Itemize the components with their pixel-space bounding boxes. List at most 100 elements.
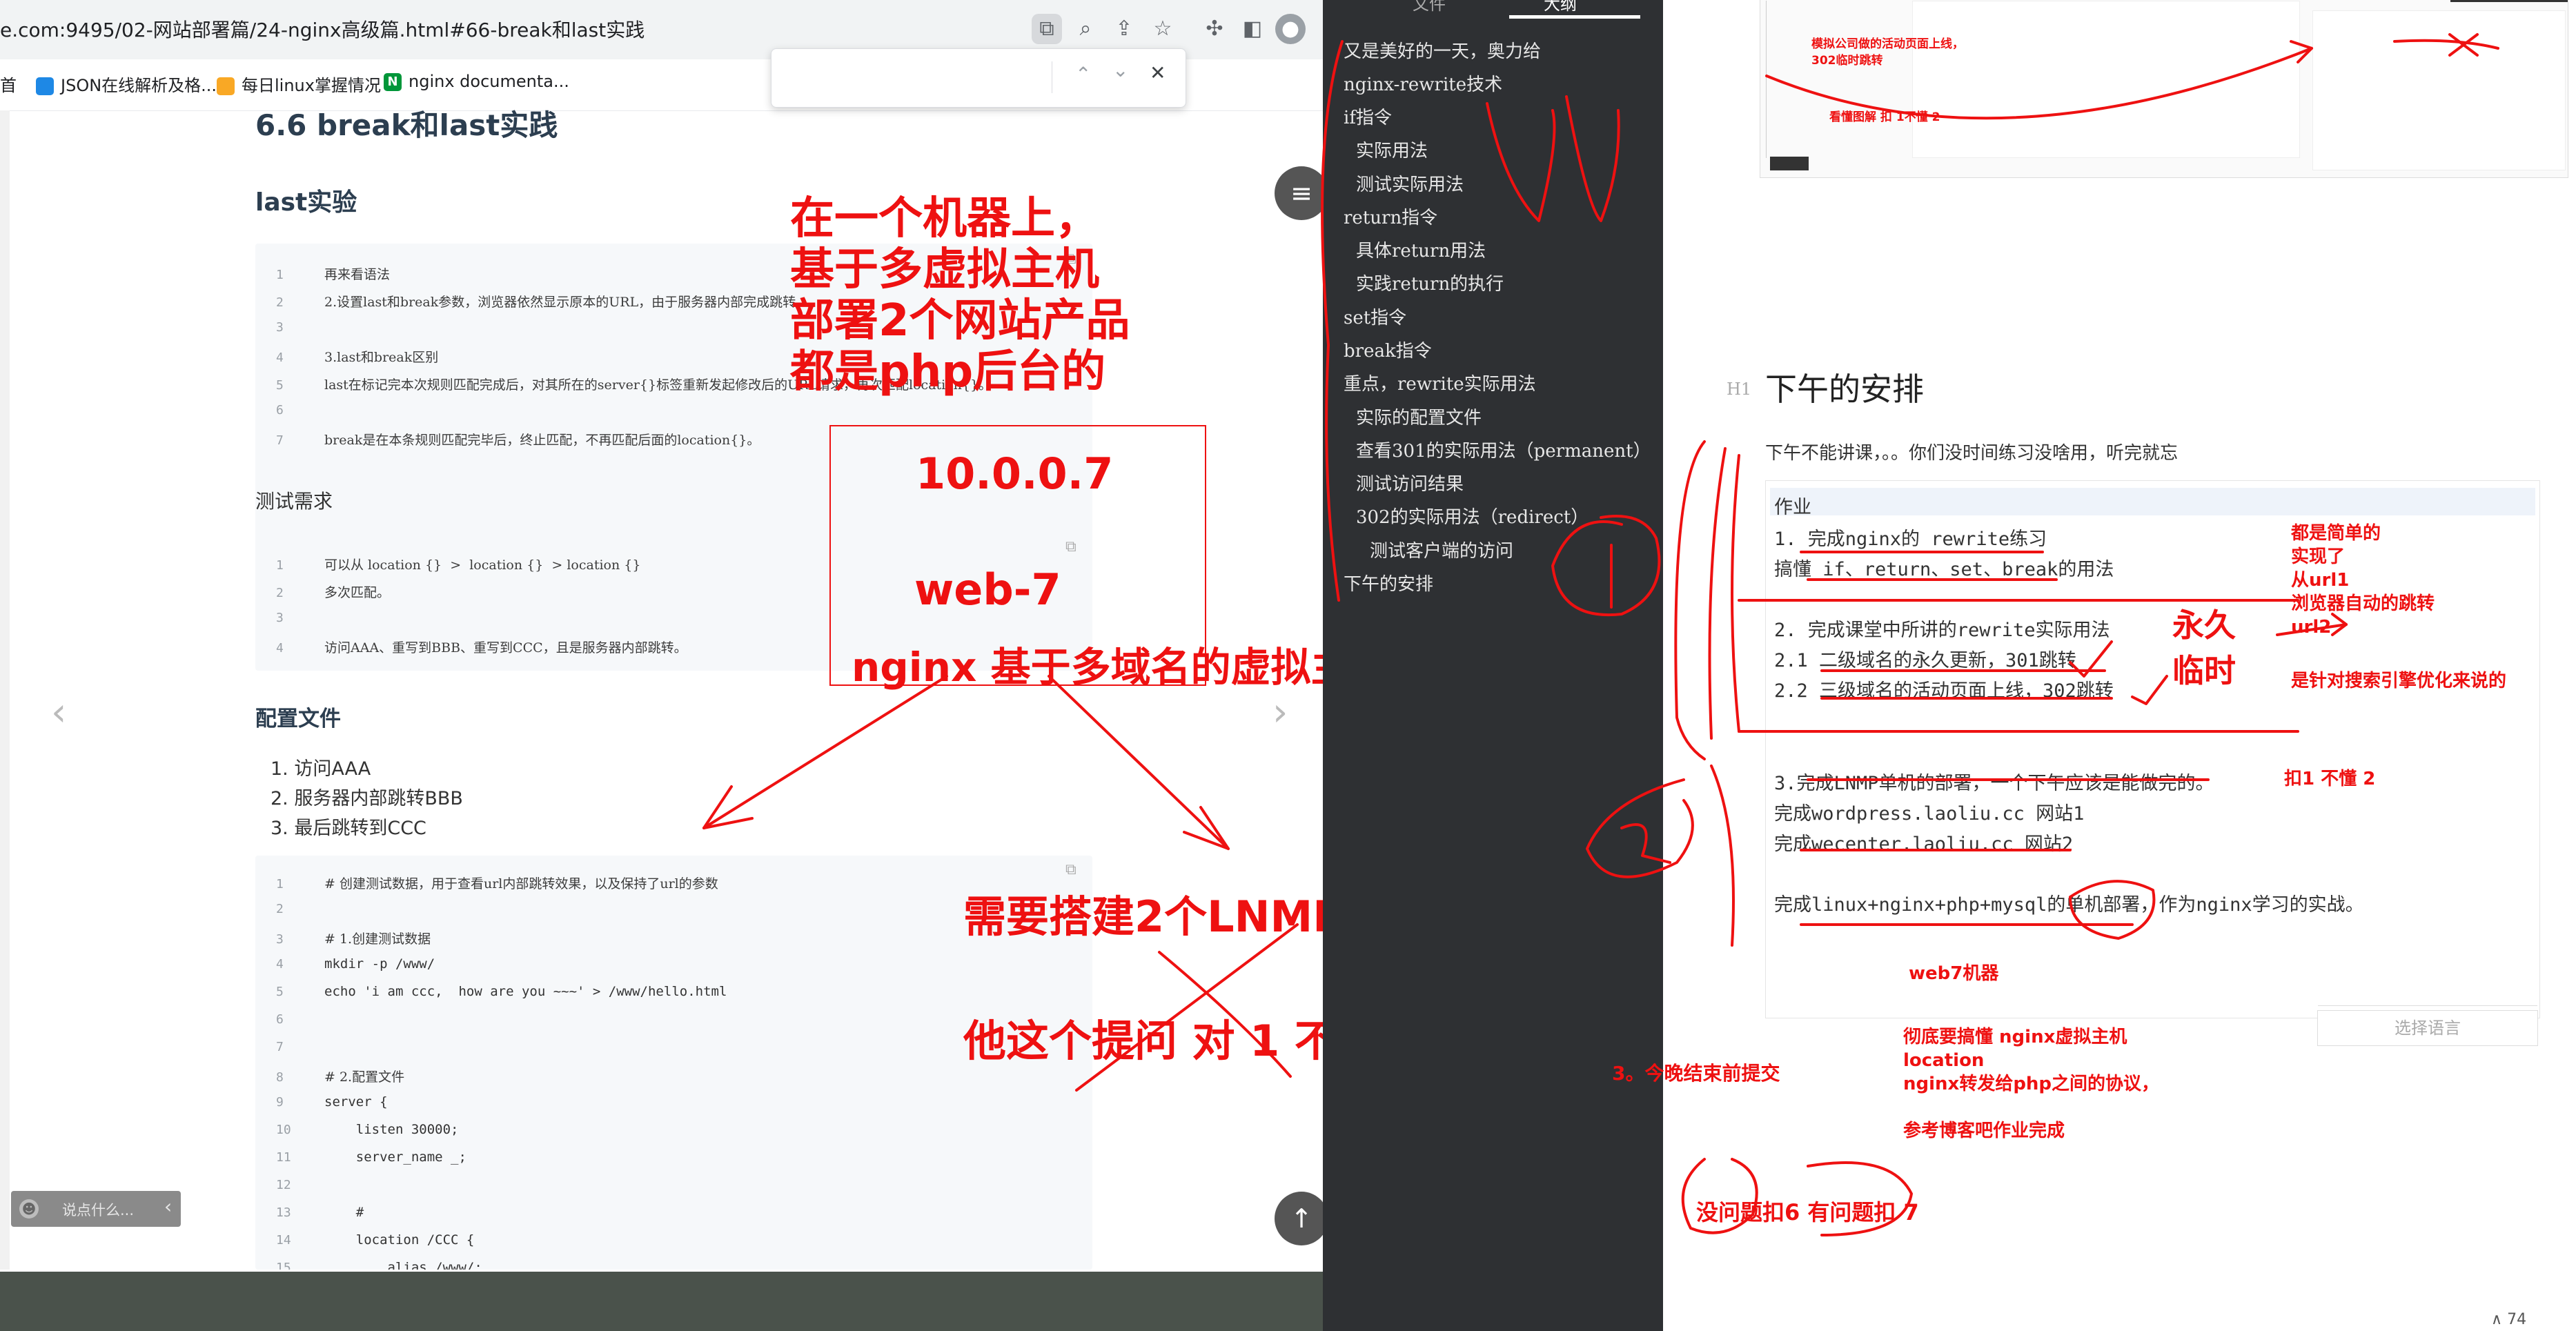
comment-placeholder: 说点什么... — [62, 1202, 135, 1219]
code-line: 15 alias /www/; — [276, 1260, 482, 1270]
code-line: 12 — [276, 1178, 291, 1192]
bookmark-favicon-icon — [217, 77, 235, 95]
find-input[interactable] — [783, 61, 1052, 93]
thumb-annotation: 模拟公司做的活动页面上线， — [1811, 37, 1964, 51]
outline-item[interactable]: 实际的配置文件 — [1356, 404, 1482, 429]
status-wordcount: ∧ 74 — [2491, 1311, 2527, 1328]
outline-item[interactable]: 重点，rewrite实际用法 — [1344, 370, 1536, 395]
outline-item[interactable]: 具体return用法 — [1356, 237, 1486, 262]
taskbar-strip — [0, 1272, 1323, 1331]
homework-line: 1. 完成nginx的 rewrite练习 — [1774, 529, 2047, 550]
profile-icon[interactable]: ● — [1275, 14, 1306, 44]
homework-line: 3.完成LNMP单机的部署，一个下午应该是能做完的。 — [1774, 773, 2214, 794]
sidebar-icon[interactable]: ◧ — [1237, 14, 1268, 44]
outline-item[interactable]: 测试客户端的访问 — [1370, 537, 1513, 562]
code-line: 10 listen 30000; — [276, 1122, 459, 1137]
annotation-simple: 都是简单的 实现了 从url1 浏览器自动的跳转 url2 — [2291, 522, 2435, 639]
section-heading: 下午的安排 — [1765, 371, 1924, 408]
outline-item[interactable]: 实践return的执行 — [1356, 270, 1504, 295]
outline-item[interactable]: set指令 — [1344, 304, 1406, 329]
code-line: 2 多次匹配。 — [276, 585, 391, 600]
annotation-temporary: 临时 — [2172, 652, 2236, 689]
outline-item[interactable]: 302的实际用法（redirect） — [1356, 503, 1589, 529]
code-line: 1 # 创建测试数据，用于查看url内部跳转效果，以及保持了url的参数 — [276, 876, 718, 891]
left-scrollbar[interactable] — [0, 110, 10, 1270]
outline-item[interactable]: 下午的安排 — [1344, 570, 1433, 595]
outline-item[interactable]: if指令 — [1344, 103, 1392, 129]
code-line: 1 再来看语法 — [276, 267, 391, 282]
url-text[interactable]: e.com:9495/02-网站部署篇/24-nginx高级篇.html#66-… — [0, 15, 645, 43]
section-heading-last: last实验 — [255, 188, 357, 217]
bookmark-item[interactable]: 首 — [0, 72, 17, 96]
back-to-top-button[interactable]: ↑ — [1275, 1192, 1323, 1245]
annotation-tonight: 3。今晚结束前提交 — [1612, 1062, 1780, 1085]
annotation-line: 基于多虚拟主机 — [790, 244, 1099, 295]
code-line: 2 2.设置last和break参数，浏览器依然显示原本的URL，由于服务器内部完… — [276, 295, 796, 310]
homework-line: 2. 完成课堂中所讲的rewrite实际用法 — [1774, 620, 2110, 641]
browser-window: e.com:9495/02-网站部署篇/24-nginx高级篇.html#66-… — [0, 0, 1323, 1331]
editor-pane: 模拟公司做的活动页面上线， 302临时跳转 看懂图解 扣 1不懂 2 H1 下午… — [1612, 0, 2576, 1331]
tab-active-indicator — [1509, 15, 1640, 19]
thumb-divider — [1766, 1, 1767, 158]
bookmark-item[interactable]: JSON在线解析及格... — [36, 72, 217, 96]
collapse-icon[interactable]: ‹ — [164, 1195, 172, 1218]
homework-line: 作业 — [1774, 497, 1811, 518]
code-line: 4 访问AAA、重写到BBB、重写到CCC，且是服务器内部跳转。 — [276, 640, 687, 655]
menu-toggle-button[interactable]: ≡ — [1275, 166, 1323, 220]
outline-item[interactable]: nginx-rewrite技术 — [1344, 70, 1502, 96]
thumb-annotation: 302临时跳转 — [1811, 54, 1883, 68]
code-line: 2 — [276, 902, 284, 916]
h1-marker: H1 — [1727, 379, 1752, 399]
outline-item[interactable]: 实际用法 — [1356, 137, 1428, 162]
tab-outline[interactable]: 大纲 — [1544, 0, 1577, 14]
homework-line: 完成wordpress.laoliu.cc 网站1 — [1774, 803, 2085, 825]
annotation-seo: 是针对搜索引擎优化来说的 — [2291, 671, 2507, 691]
homework-line: 完成wecenter.laoliu.cc 网站2 — [1774, 834, 2074, 855]
language-select[interactable]: 选择语言 — [2317, 1010, 2538, 1046]
outline-item[interactable]: break指令 — [1344, 337, 1432, 362]
nginx-favicon-icon: N — [384, 73, 402, 91]
list-item: 1. 访问AAA — [271, 758, 371, 780]
code-line: 5 echo 'i am ccc, how are you ~~~' > /www… — [276, 984, 727, 999]
annotation-final: 没问题扣6 有问题扣 7 — [1696, 1199, 1919, 1225]
page-title: 6.6 break和last实践 — [255, 108, 558, 142]
annotation-ip: 10.0.0.7 — [916, 448, 1114, 499]
find-next-button[interactable]: ⌄ — [1112, 59, 1128, 81]
extensions-icon[interactable]: ✣ — [1199, 14, 1230, 44]
tab-files[interactable]: 文件 — [1413, 0, 1446, 14]
annotation-web7: web-7 — [914, 564, 1061, 615]
code-line: 9 server { — [276, 1094, 388, 1110]
find-close-button[interactable]: ✕ — [1150, 61, 1166, 84]
star-icon[interactable]: ☆ — [1148, 14, 1178, 44]
bookmark-favicon-icon — [36, 77, 54, 95]
annotation-line: 都是简单的 — [2291, 523, 2381, 544]
nav-prev-button[interactable]: ‹ — [51, 690, 66, 735]
annotation-vhost: nginx 基于多域名的虚拟主机 — [852, 644, 1323, 691]
nav-next-button[interactable]: › — [1272, 690, 1288, 735]
outline-item[interactable]: 又是美好的一天，奥力给 — [1344, 37, 1541, 63]
outline-item[interactable]: return指令 — [1344, 204, 1437, 229]
comment-box[interactable]: ☻ 说点什么... ‹ — [11, 1191, 181, 1227]
homework-line: 搞懂 if、return、set、break的用法 — [1774, 559, 2114, 580]
annotation-line: url2 — [2291, 617, 2332, 638]
thumb-bar — [2450, 0, 2568, 2]
share-icon[interactable]: ⇪ — [1109, 14, 1139, 44]
bookmark-item[interactable]: Nnginx documenta... — [384, 72, 569, 91]
code-line: 14 location /CCC { — [276, 1232, 475, 1248]
outline-item[interactable]: 查看301的实际用法（permanent） — [1356, 437, 1651, 462]
code-line: 13 # — [276, 1205, 364, 1220]
active-line-highlight — [1770, 488, 2535, 515]
homework-line: 完成linux+nginx+php+mysql的单机部署，作为nginx学习的实… — [1774, 894, 2364, 916]
emoji-icon[interactable]: ☻ — [19, 1199, 39, 1219]
copy-icon[interactable]: ⧉ — [1065, 861, 1076, 878]
translate-icon[interactable]: ⧉ — [1032, 14, 1062, 44]
zoom-icon[interactable]: ⌕ — [1070, 14, 1101, 44]
outline-item[interactable]: 测试实际用法 — [1356, 170, 1464, 196]
find-prev-button[interactable]: ⌃ — [1075, 63, 1091, 86]
code-line: 8 # 2.配置文件 — [276, 1069, 405, 1085]
bookmark-item[interactable]: 每日linux掌握情况 — [217, 72, 381, 96]
outline-item[interactable]: 测试访问结果 — [1356, 470, 1464, 495]
annotation-permanent: 永久 — [2172, 607, 2236, 644]
code-line: 7 — [276, 1040, 284, 1054]
annotation-line: 都是php后台的 — [790, 346, 1106, 397]
